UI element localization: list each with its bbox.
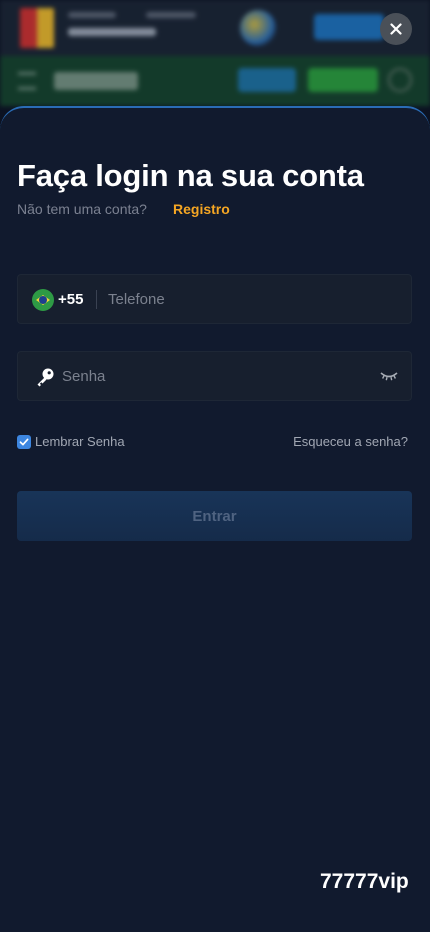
- password-input[interactable]: [62, 352, 372, 400]
- password-field: [17, 351, 412, 401]
- background-header-button: [238, 68, 296, 92]
- remember-label: Lembrar Senha: [35, 434, 125, 449]
- login-button[interactable]: Entrar: [17, 491, 412, 541]
- no-account-text: Não tem uma conta?: [17, 201, 147, 217]
- brazil-flag-icon[interactable]: [32, 289, 54, 311]
- forgot-password-link[interactable]: Esqueceu a senha?: [293, 434, 408, 449]
- background-header-icon: [388, 68, 412, 92]
- background-logo: [54, 72, 138, 90]
- background-banner-button: [314, 14, 384, 40]
- check-icon: [19, 438, 29, 445]
- remember-password[interactable]: Lembrar Senha: [17, 434, 125, 449]
- background-banner-text: [68, 28, 156, 36]
- close-icon: [390, 23, 402, 35]
- background-menu-icon: [18, 72, 36, 90]
- country-code[interactable]: +55: [58, 291, 83, 308]
- background-banner-text: [146, 12, 196, 18]
- background-banner-text: [68, 12, 116, 18]
- key-icon: [37, 368, 54, 387]
- close-button[interactable]: [380, 13, 412, 45]
- brand-watermark: 77777vip: [320, 870, 409, 893]
- phone-input[interactable]: [108, 275, 398, 323]
- page-title: Faça login na sua conta: [17, 158, 364, 193]
- register-link[interactable]: Registro: [173, 201, 230, 217]
- phone-field: +55: [17, 274, 412, 324]
- background-banner-flag: [20, 8, 54, 48]
- remember-checkbox[interactable]: [17, 434, 31, 449]
- background-header-button: [308, 68, 378, 92]
- flag-globe: [39, 296, 47, 304]
- background-banner-image: [240, 10, 276, 46]
- field-divider: [96, 290, 97, 309]
- eye-closed-icon[interactable]: [380, 370, 398, 382]
